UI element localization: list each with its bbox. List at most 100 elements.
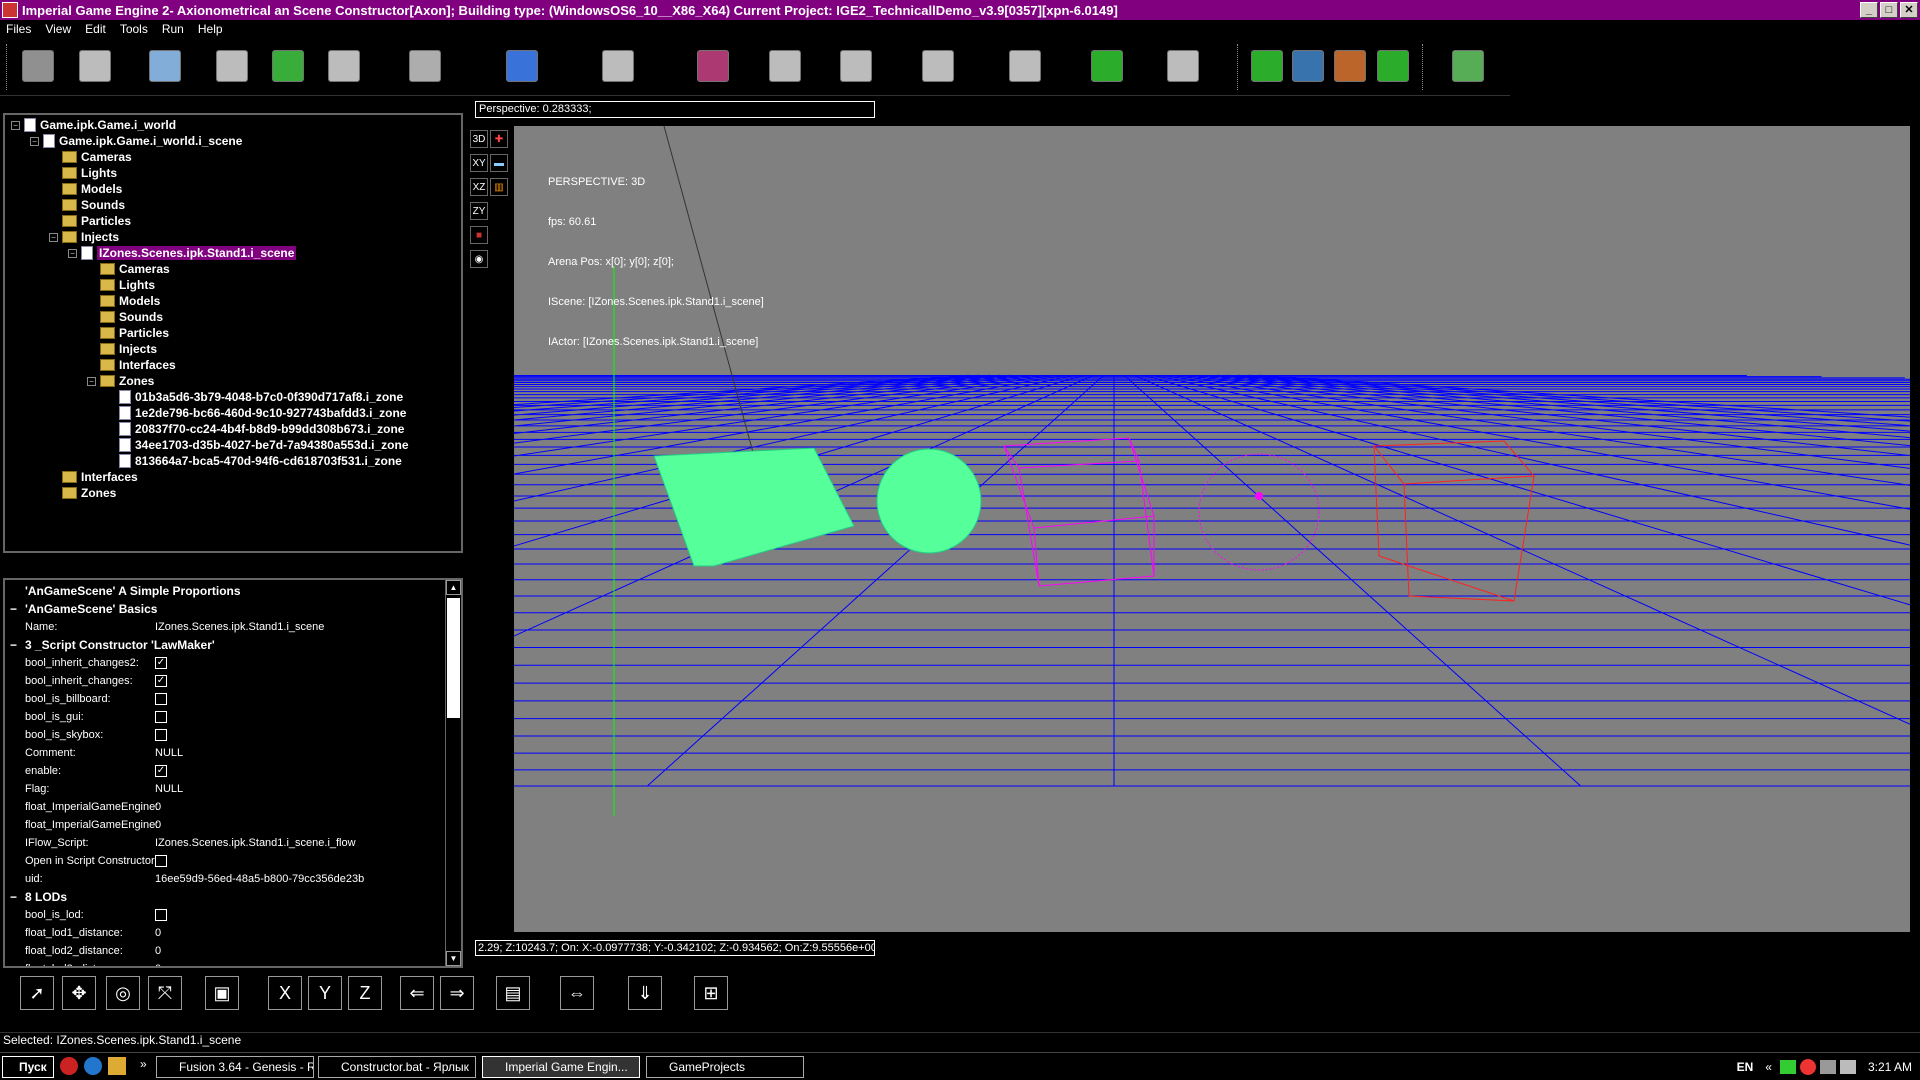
expand-toggle-icon[interactable]: − (68, 248, 77, 258)
tree-item[interactable]: 01b3a5d6-3b79-4048-b7c0-0f390d717af8.i_z… (106, 389, 403, 405)
axis-z-button[interactable]: Z (348, 976, 382, 1010)
align-center-button[interactable]: ⇔ (560, 976, 594, 1010)
layers-button[interactable] (405, 46, 445, 86)
property-checkbox[interactable]: ✓ (155, 765, 167, 777)
menu-files[interactable]: Files (6, 22, 31, 36)
folder-button[interactable]: ▤ (496, 976, 530, 1010)
property-value[interactable]: 0 (155, 819, 161, 831)
property-value[interactable]: IZones.Scenes.ipk.Stand1.i_scene (155, 621, 324, 633)
minimize-button[interactable]: _ (1860, 2, 1878, 18)
tree-item[interactable]: Cameras (87, 261, 170, 277)
expand-toggle-icon[interactable]: − (87, 376, 96, 386)
folder-icon[interactable] (108, 1057, 126, 1075)
bars-icon[interactable]: ▥ (490, 178, 508, 196)
perspective-field[interactable]: Perspective: 0.283333; (475, 101, 875, 118)
move-tool-button[interactable]: ✥ (62, 976, 96, 1010)
3d-viewport[interactable]: PERSPECTIVE: 3D fps: 60.61 Arena Pos: x[… (514, 126, 1910, 932)
tree-item[interactable]: Interfaces (49, 469, 138, 485)
collapse-icon[interactable]: − (10, 638, 17, 652)
view-xy-button[interactable]: XY (470, 154, 488, 172)
tree-item[interactable]: Models (49, 181, 122, 197)
network-button[interactable] (1448, 46, 1488, 86)
atom-button[interactable] (918, 46, 958, 86)
property-group-header[interactable]: −8 LODs (5, 888, 445, 906)
property-value[interactable]: 0 (155, 945, 161, 957)
battery-button[interactable] (1087, 46, 1127, 86)
cube-button[interactable] (145, 46, 185, 86)
texture-button[interactable] (693, 46, 733, 86)
rotate-tool-button[interactable]: ◎ (106, 976, 140, 1010)
align-down-button[interactable]: ⇓ (628, 976, 662, 1010)
taskbar-task[interactable]: Imperial Game Engin... (482, 1056, 640, 1078)
tree-item[interactable]: Lights (49, 165, 117, 181)
properties-scrollbar[interactable]: ▲ ▼ (445, 580, 461, 966)
select-tool-button[interactable]: ➚ (20, 976, 54, 1010)
scroll-thumb[interactable] (447, 598, 460, 718)
eye-icon[interactable]: ◉ (470, 250, 488, 268)
diamond-button[interactable] (836, 46, 876, 86)
eagle-run-button[interactable] (1373, 46, 1413, 86)
start-button[interactable]: Пуск (2, 1056, 54, 1078)
axis-y-button[interactable]: Y (308, 976, 342, 1010)
book-button[interactable] (1330, 46, 1370, 86)
property-checkbox[interactable]: ✓ (155, 675, 167, 687)
tray-network-icon[interactable] (1819, 1060, 1836, 1074)
tree-item[interactable]: − Injects (49, 229, 119, 245)
tree-item[interactable]: Interfaces (87, 357, 176, 373)
taskbar-task[interactable]: Constructor.bat - Ярлык (318, 1056, 476, 1078)
loop-button[interactable] (765, 46, 805, 86)
language-indicator[interactable]: EN (1737, 1060, 1754, 1074)
menu-view[interactable]: View (45, 22, 71, 36)
view-zy-button[interactable]: ZY (470, 202, 488, 220)
scale-tool-button[interactable]: ⤧ (148, 976, 182, 1010)
tree-item[interactable]: 20837f70-cc24-4b4f-b8d9-b99dd308b673.i_z… (106, 421, 404, 437)
chart-button[interactable] (268, 46, 308, 86)
expand-toggle-icon[interactable]: − (49, 232, 58, 242)
property-checkbox[interactable] (155, 909, 167, 921)
tray-chevron[interactable]: « (1765, 1060, 1772, 1074)
taskbar-task[interactable]: GameProjects (646, 1056, 804, 1078)
expand-toggle-icon[interactable]: − (11, 120, 20, 130)
run-button[interactable] (1247, 46, 1287, 86)
tree-item[interactable]: Zones (49, 485, 116, 501)
tree-item[interactable]: Models (87, 293, 160, 309)
maximize-button[interactable]: □ (1880, 2, 1898, 18)
menu-edit[interactable]: Edit (85, 22, 106, 36)
tree-item[interactable]: − Game.ipk.Game.i_world.i_scene (30, 133, 242, 149)
property-value[interactable]: NULL (155, 747, 183, 759)
collapse-icon[interactable]: − (10, 602, 17, 616)
square-icon[interactable]: ■ (470, 226, 488, 244)
pause-button[interactable] (1288, 46, 1328, 86)
tree-item[interactable]: Particles (87, 325, 169, 341)
opera-icon[interactable] (60, 1057, 78, 1075)
add-icon[interactable]: ✚ (490, 130, 508, 148)
tree-item[interactable]: Sounds (87, 309, 163, 325)
minus-icon[interactable]: ▬ (490, 154, 508, 172)
settings-sliders-button[interactable] (1163, 46, 1203, 86)
property-checkbox[interactable] (155, 711, 167, 723)
masks-button[interactable] (598, 46, 638, 86)
view-xz-button[interactable]: XZ (470, 178, 488, 196)
open-button[interactable] (18, 46, 58, 86)
expand-toggle-icon[interactable]: − (30, 136, 39, 146)
tree-item[interactable]: − IZones.Scenes.ipk.Stand1.i_scene (68, 245, 297, 261)
clapper-button[interactable] (324, 46, 364, 86)
import-button[interactable] (502, 46, 542, 86)
tree-item[interactable]: − Zones (87, 373, 154, 389)
property-value[interactable]: IZones.Scenes.ipk.Stand1.i_scene.i_flow (155, 837, 356, 849)
property-checkbox[interactable] (155, 855, 167, 867)
eagle-button[interactable] (212, 46, 252, 86)
taskbar-task[interactable]: Fusion 3.64 - Genesis - R... (156, 1056, 314, 1078)
tree-item[interactable]: Lights (87, 277, 155, 293)
tree-item[interactable]: 1e2de796-bc66-460d-9c10-927743bafdd3.i_z… (106, 405, 406, 421)
tree-item[interactable]: Injects (87, 341, 157, 357)
property-checkbox[interactable]: ✓ (155, 657, 167, 669)
property-checkbox[interactable] (155, 729, 167, 741)
property-value[interactable]: 16ee59d9-56ed-48a5-b800-79cc356de23b (155, 873, 364, 885)
property-value[interactable]: 0 (155, 801, 161, 813)
undo-button[interactable]: ⇐ (400, 976, 434, 1010)
tree-item[interactable]: Particles (49, 213, 131, 229)
tree-item[interactable]: Cameras (49, 149, 132, 165)
menu-run[interactable]: Run (162, 22, 184, 36)
tree-item[interactable]: 34ee1703-d35b-4027-be7d-7a94380a553d.i_z… (106, 437, 409, 453)
